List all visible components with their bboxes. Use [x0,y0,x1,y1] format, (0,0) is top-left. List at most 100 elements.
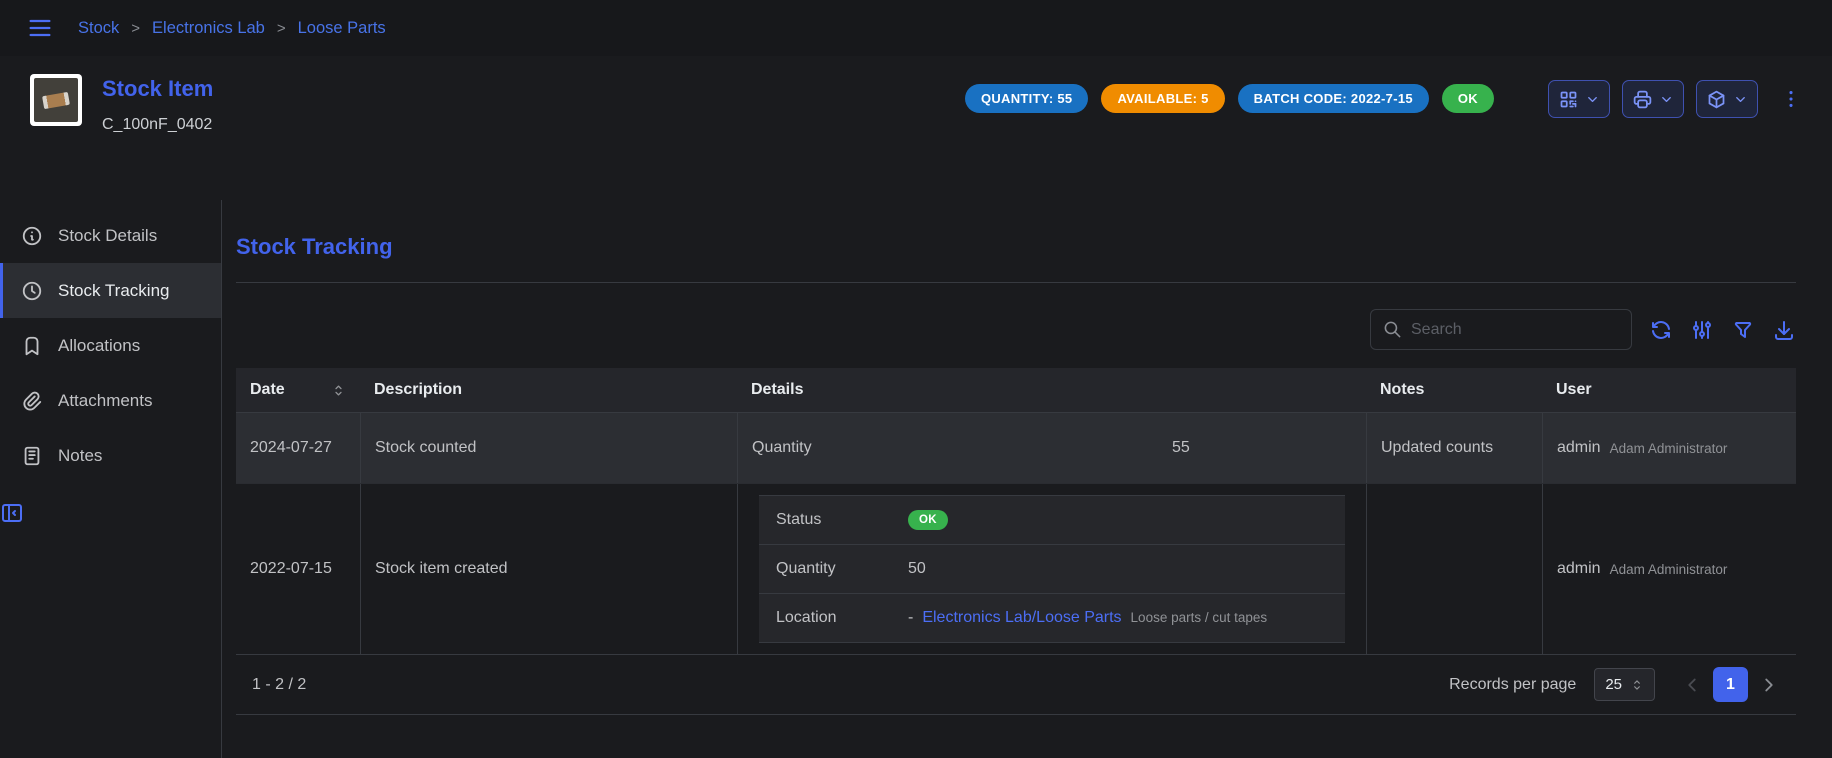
panel-title: Stock Tracking [236,234,1796,260]
status-badges: QUANTITY: 55 AVAILABLE: 5 BATCH CODE: 20… [965,74,1494,113]
location-link[interactable]: Electronics Lab/Loose Parts [922,609,1121,627]
search-input[interactable] [1411,321,1619,339]
breadcrumb-loose-parts[interactable]: Loose Parts [298,19,386,38]
cell-notes [1366,484,1542,654]
cell-description: Stock item created [360,484,737,654]
record-range: 1 - 2 / 2 [252,676,306,694]
sidebar-item-attachments[interactable]: Attachments [0,373,221,428]
records-per-page-select[interactable]: 25 [1594,668,1655,701]
cell-description: Stock counted [360,413,737,483]
sidebar-item-notes[interactable]: Notes [0,428,221,483]
download-icon[interactable] [1772,318,1796,342]
cell-user: admin Adam Administrator [1542,484,1796,654]
cell-date: 2024-07-27 [236,413,360,483]
column-header-date[interactable]: Date [236,368,360,412]
username: admin [1557,439,1601,457]
stock-actions-button[interactable] [1696,80,1758,118]
page-header: Stock Item C_100nF_0402 QUANTITY: 55 AVA… [0,56,1832,200]
breadcrumb: Stock > Electronics Lab > Loose Parts [78,19,386,38]
paperclip-icon [21,390,43,412]
notes-icon [21,445,43,467]
page-title: Stock Item [102,76,213,102]
sidebar-item-stock-tracking[interactable]: Stock Tracking [0,263,221,318]
detail-value: 50 [908,560,926,578]
detail-label: Status [776,511,908,529]
cell-details: Quantity 55 [737,413,1366,483]
table-toolbar [236,309,1796,350]
sort-icon [331,383,346,398]
print-actions-button[interactable] [1622,80,1684,118]
barcode-actions-button[interactable] [1548,80,1610,118]
menu-icon[interactable] [26,14,54,42]
detail-row-location: Location - Electronics Lab/Loose Parts L… [759,594,1345,643]
sidebar-item-label: Attachments [58,391,153,411]
selector-icon [1630,678,1644,692]
available-badge: AVAILABLE: 5 [1101,84,1224,113]
ok-status-badge: OK [908,510,948,530]
user-fullname: Adam Administrator [1610,562,1728,577]
detail-label: Quantity [752,439,1172,457]
location-prefix: - [908,609,913,627]
stock-tracking-table: Date Description Details Notes User 2024… [236,368,1796,715]
previous-page-icon[interactable] [1681,674,1703,696]
batch-code-badge: BATCH CODE: 2022-7-15 [1238,84,1429,113]
info-icon [21,225,43,247]
column-header-details: Details [737,368,1366,412]
bookmark-icon [21,335,43,357]
sidebar-item-stock-details[interactable]: Stock Details [0,208,221,263]
stock-item-thumbnail[interactable] [30,74,82,126]
column-header-description: Description [360,368,737,412]
quantity-badge: QUANTITY: 55 [965,84,1088,113]
sidebar: Stock Details Stock Tracking Allocations… [0,200,222,758]
table-row[interactable]: 2024-07-27 Stock counted Quantity 55 Upd… [236,413,1796,483]
records-per-page-value: 25 [1605,676,1622,693]
pagination: 1 [1681,667,1780,702]
item-identity: Stock Item C_100nF_0402 [30,74,213,134]
cell-details: Status OK Quantity 50 Location [737,484,1366,654]
page-1-button[interactable]: 1 [1713,667,1748,702]
chevron-down-icon [1733,92,1748,107]
topbar: Stock > Electronics Lab > Loose Parts [0,0,1832,56]
status-ok-badge: OK [1442,84,1494,113]
cell-notes: Updated counts [1366,413,1542,483]
chevron-down-icon [1585,92,1600,107]
barcode-icon [1558,89,1579,110]
sidebar-item-label: Allocations [58,336,140,356]
adjustments-icon[interactable] [1690,318,1714,342]
next-page-icon[interactable] [1758,674,1780,696]
sidebar-collapse-icon[interactable] [0,501,221,525]
thumbnail-photo [34,78,78,122]
table-header: Date Description Details Notes User [236,368,1796,413]
breadcrumb-electronics-lab[interactable]: Electronics Lab [152,19,265,38]
sidebar-item-label: Notes [58,446,102,466]
chevron-down-icon [1659,92,1674,107]
filter-icon[interactable] [1731,318,1755,342]
detail-value: 55 [1172,439,1190,457]
detail-row-quantity: Quantity 50 [759,545,1345,594]
detail-row-status: Status OK [759,496,1345,545]
search-icon [1383,320,1402,339]
sidebar-item-label: Stock Details [58,226,157,246]
part-name: C_100nF_0402 [102,116,213,134]
header-actions [1548,74,1802,118]
sidebar-item-allocations[interactable]: Allocations [0,318,221,373]
history-icon [21,280,43,302]
cell-user: admin Adam Administrator [1542,413,1796,483]
content-panel: Stock Tracking [222,200,1832,758]
refresh-icon[interactable] [1649,318,1673,342]
records-per-page-label: Records per page [1449,676,1576,694]
breadcrumb-separator: > [131,20,140,37]
username: admin [1557,560,1601,578]
table-footer: 1 - 2 / 2 Records per page 25 1 [236,654,1796,714]
breadcrumb-separator: > [277,20,286,37]
column-header-notes: Notes [1366,368,1542,412]
breadcrumb-stock[interactable]: Stock [78,19,119,38]
divider [236,282,1796,283]
cell-date: 2022-07-15 [236,484,360,654]
user-fullname: Adam Administrator [1610,441,1728,456]
table-row[interactable]: 2022-07-15 Stock item created Status OK … [236,483,1796,654]
sidebar-item-label: Stock Tracking [58,281,170,301]
search-box [1370,309,1632,350]
dots-vertical-icon[interactable] [1780,88,1802,110]
detail-label: Location [776,609,908,627]
